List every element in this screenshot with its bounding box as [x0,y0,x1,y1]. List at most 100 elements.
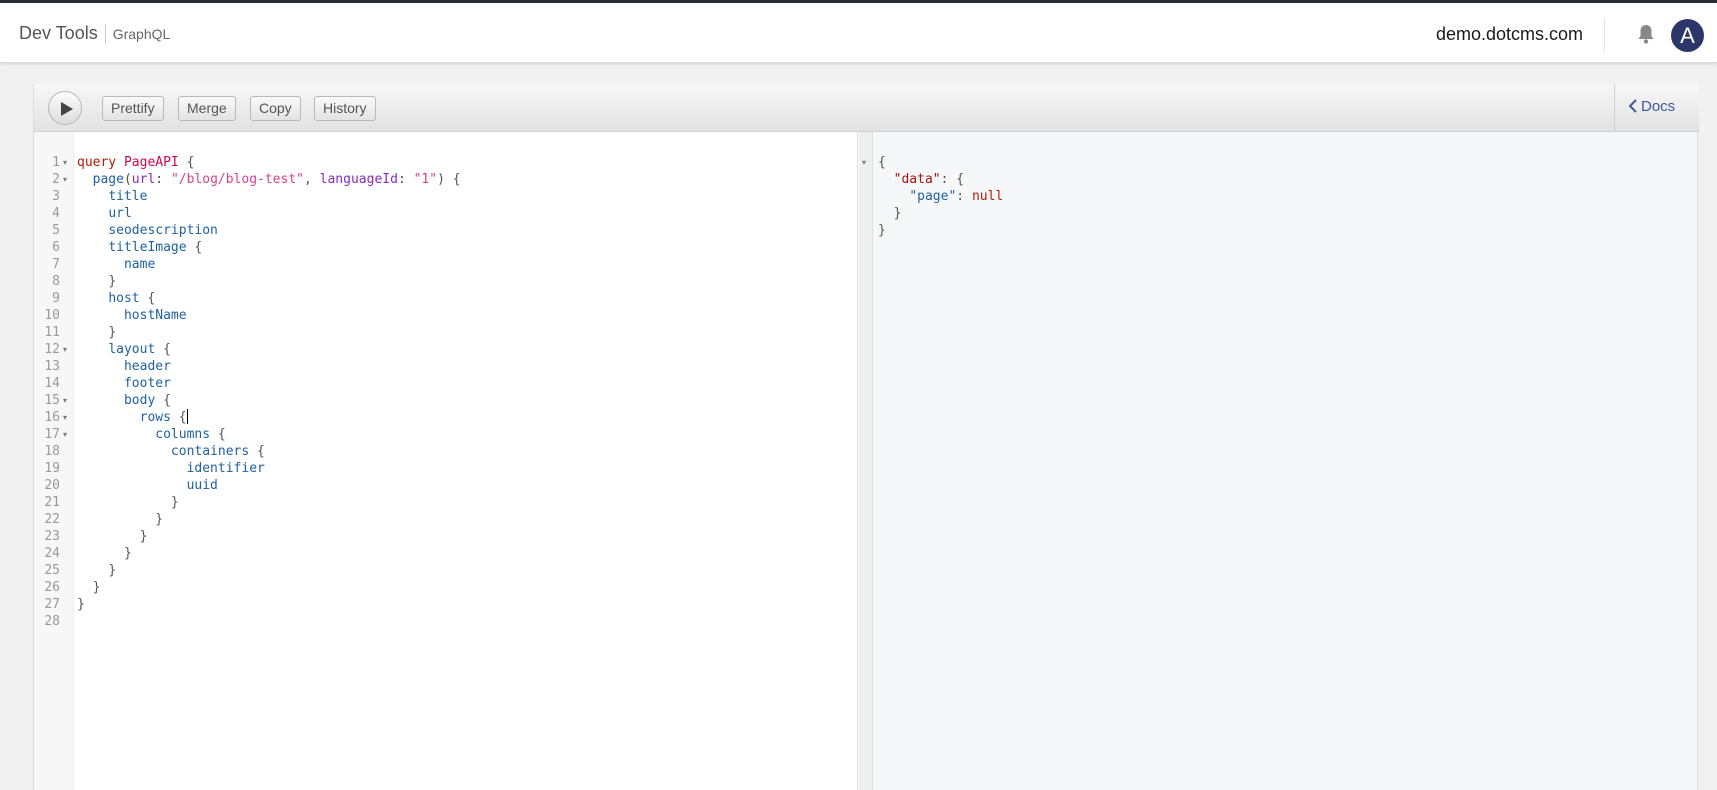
history-button[interactable]: History [314,96,376,121]
code-token: hostName [123,308,187,323]
code-token: languageId [319,172,398,187]
code-token: { [155,342,171,357]
code-token: rows [139,410,171,425]
code-line: } [77,562,116,579]
avatar[interactable]: A [1671,19,1704,52]
code-line: } [77,528,148,545]
result-line: "page": null [878,188,1003,205]
merge-button[interactable]: Merge [178,96,236,121]
code-token: { [178,155,195,170]
code-line: containers { [77,443,265,460]
code-token: } [878,223,886,238]
graphiql-toolbar: Prettify Merge Copy History Docs [34,84,1699,132]
code-line: title [77,188,147,205]
line-number: 15 [44,393,60,408]
code-line: titleImage { [77,239,202,256]
code-token: page [92,172,124,187]
code-token: } [77,597,85,612]
code-line: query PageAPI { [77,154,194,171]
code-line: } [77,511,163,528]
code-token: } [123,546,132,561]
fold-arrow-icon[interactable]: ▾ [63,171,67,188]
code-line: hostName [77,307,187,324]
code-token: } [893,206,902,221]
header-divider [1604,19,1605,51]
code-token: : [397,172,414,187]
docs-label: Docs [1641,98,1676,115]
line-number: 28 [44,614,60,629]
code-token: { [139,291,156,306]
code-token: null [971,189,1004,204]
code-line: page(url: "/blog/blog-test", languageId:… [77,171,461,188]
prettify-button[interactable]: Prettify [102,96,164,121]
bell-icon[interactable] [1636,23,1656,45]
line-number: 8 [52,274,60,289]
code-token: } [155,512,164,527]
code-token: columns [155,427,211,442]
code-line: seodescription [77,222,218,239]
code-token: : [956,189,972,204]
code-token: } [108,563,117,578]
code-token: { [170,410,187,425]
result-line: "data": { [878,171,964,188]
docs-button[interactable]: Docs [1628,98,1676,115]
result-viewer: ▾ { "data": { "page": null }} [859,132,1697,790]
copy-button[interactable]: Copy [250,96,301,121]
code-line: } [77,494,179,511]
chevron-left-icon [1628,99,1637,113]
fold-arrow-icon[interactable]: ▾ [63,409,67,426]
code-token: "1" [413,172,438,187]
code-token: { [186,240,203,255]
fold-arrow-icon[interactable]: ▾ [63,392,67,409]
code-line: rows { [77,409,188,426]
code-token: : { [940,172,965,187]
line-number: 2 [52,172,60,187]
line-number: 19 [44,461,60,476]
line-number: 22 [44,512,60,527]
site-selector[interactable]: demo.dotcms.com [1436,24,1583,45]
code-token: { [155,393,171,408]
graphiql-panel: Prettify Merge Copy History Docs 1 ▾ 2 ▾ 3 4 5… [33,84,1699,790]
code-token: url [108,206,132,221]
code-line: } [77,545,132,562]
code-line: body { [77,392,171,409]
query-editor[interactable]: 1 ▾ 2 ▾ 3 4 5 6 7 8 9 10 11 12 ▾ 13 14 15 ▾ 16 ▾ 17 ▾ 18 19 20 21 2… [34,132,858,790]
execute-query-button[interactable] [48,91,82,125]
line-number: 16 [44,410,60,425]
line-number: 9 [52,291,60,306]
code-line: uuid [77,477,218,494]
result-line: } [878,222,886,239]
code-line: identifier [77,460,265,477]
text-cursor [186,409,188,424]
code-line: footer [77,375,171,392]
code-token: body [123,393,156,408]
fold-arrow-icon[interactable]: ▾ [63,341,67,358]
code-token: } [139,529,148,544]
line-number: 24 [44,546,60,561]
fold-arrow-icon[interactable]: ▾ [63,154,67,171]
fold-arrow-icon[interactable]: ▾ [862,154,866,171]
fold-arrow-icon[interactable]: ▾ [63,426,67,443]
code-token: name [123,257,156,272]
code-token: title [108,189,148,204]
code-token: identifier [186,461,265,476]
code-line: name [77,256,155,273]
line-number: 4 [52,206,60,221]
code-token: } [92,580,101,595]
